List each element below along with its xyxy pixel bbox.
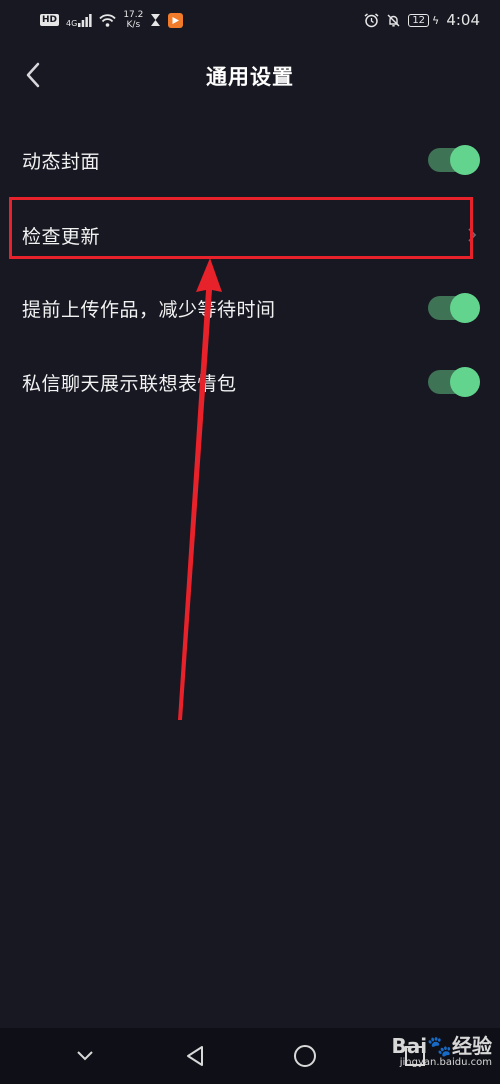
status-right: 12 ϟ 4:04 (364, 11, 480, 29)
hourglass-icon (151, 14, 161, 26)
setting-label: 动态封面 (22, 150, 101, 173)
dynamic-cover-toggle[interactable] (428, 145, 480, 175)
wifi-icon (99, 13, 116, 27)
toggle-knob (450, 145, 480, 175)
speed-unit: K/s (126, 20, 141, 30)
setting-label: 私信聊天展示联想表情包 (22, 372, 237, 395)
setting-emoji-suggest[interactable]: 私信聊天展示联想表情包 (0, 347, 500, 417)
circle-home-icon (294, 1045, 316, 1067)
setting-dynamic-cover[interactable]: 动态封面 (0, 125, 500, 195)
nav-down-button[interactable] (65, 1036, 105, 1076)
hd-badge: HD (40, 14, 60, 26)
watermark-suffix: 经验 (452, 1034, 492, 1058)
toggle-knob (450, 367, 480, 397)
status-bar: HD 4G 17.2 K/s 12 ϟ 4:04 (0, 0, 500, 40)
battery-indicator: 12 (408, 13, 430, 27)
triangle-back-icon (187, 1046, 203, 1066)
header: 通用设置 (0, 40, 500, 112)
setting-pre-upload[interactable]: 提前上传作品，减少等待时间 (0, 273, 500, 343)
speed-value: 17.2 (123, 10, 144, 20)
watermark-site: jingyan.baidu.com (399, 1057, 492, 1068)
chevron-left-icon[interactable] (20, 60, 50, 90)
status-left: HD 4G 17.2 K/s (40, 10, 184, 30)
setting-label: 提前上传作品，减少等待时间 (22, 298, 276, 321)
alarm-icon (364, 12, 379, 27)
nav-back-button[interactable] (175, 1036, 215, 1076)
page-title: 通用设置 (206, 65, 294, 89)
emoji-suggest-toggle[interactable] (428, 367, 480, 397)
pre-upload-toggle[interactable] (428, 293, 480, 323)
watermark-brand: Bai (391, 1034, 428, 1058)
network-speed: 17.2 K/s (123, 10, 143, 30)
signal-icon (78, 13, 92, 27)
baidu-watermark: Bai🐾经验 jingyan.baidu.com (391, 1030, 492, 1068)
toggle-knob (450, 293, 480, 323)
paw-icon: 🐾 (427, 1034, 452, 1058)
app-notification-icon (168, 12, 184, 28)
highlight-annotation-box (9, 197, 473, 259)
chevron-down-icon (77, 1051, 93, 1061)
network-type: 4G (66, 19, 78, 28)
mute-bell-icon (387, 14, 400, 26)
clock: 4:04 (446, 11, 480, 29)
charging-icon: ϟ (432, 13, 440, 27)
nav-home-button[interactable] (285, 1036, 325, 1076)
